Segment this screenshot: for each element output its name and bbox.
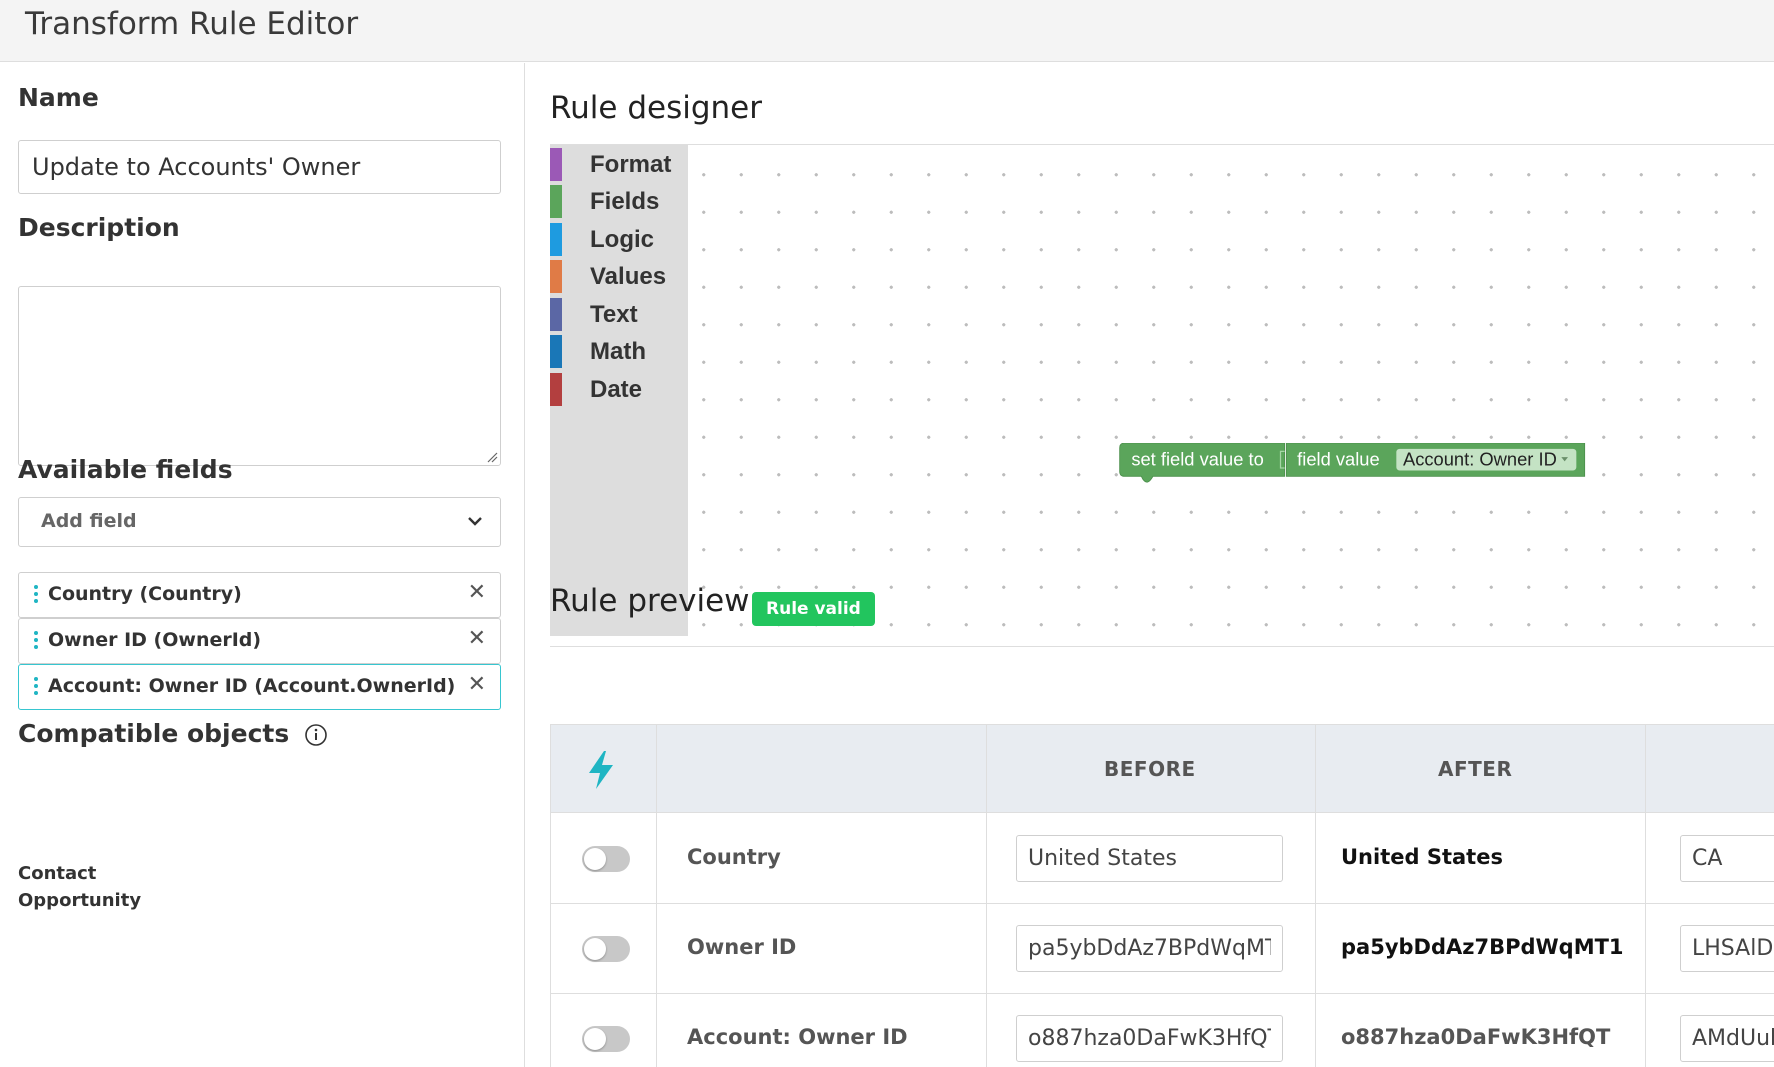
column-header-before: BEFORE xyxy=(1104,757,1196,781)
compatible-objects-heading: Compatible objects xyxy=(18,719,328,748)
row-label: Account: Owner ID xyxy=(687,1025,908,1049)
toolbox: Format Fields Logic Values Text Math Dat… xyxy=(550,145,688,636)
category-label: Values xyxy=(590,263,667,290)
rule-name-input[interactable] xyxy=(18,140,501,194)
right-panel: Rule designer Format Fields Logic Values… xyxy=(526,63,1774,1067)
next-input[interactable] xyxy=(1680,1015,1774,1062)
category-label: Logic xyxy=(590,226,654,253)
category-color xyxy=(550,223,562,256)
block-dropdown-value: Account: Owner ID xyxy=(1403,449,1557,470)
lightning-icon xyxy=(589,751,613,789)
after-value: pa5ybDdAz7BPdWqMT1 xyxy=(1341,935,1624,959)
category-format[interactable]: Format xyxy=(550,148,688,181)
field-item-country[interactable]: Country (Country) ✕ xyxy=(18,572,501,618)
category-color xyxy=(550,185,562,218)
before-input[interactable] xyxy=(1016,1015,1283,1062)
remove-icon[interactable]: ✕ xyxy=(468,626,486,651)
preview-table: BEFORE AFTER B Country United States Own… xyxy=(550,724,1774,1067)
drag-handle-icon[interactable] xyxy=(34,677,38,697)
category-label: Format xyxy=(590,151,672,178)
rule-designer-title: Rule designer xyxy=(550,90,762,126)
category-fields[interactable]: Fields xyxy=(550,185,688,218)
next-input[interactable] xyxy=(1680,835,1774,882)
rule-preview-title: Rule preview xyxy=(550,583,750,619)
category-label: Date xyxy=(590,376,643,403)
after-value: United States xyxy=(1341,845,1503,869)
table-row: Country United States xyxy=(551,814,1774,904)
field-item-label: Country (Country) xyxy=(48,583,242,605)
compatible-object: Contact xyxy=(18,863,97,884)
resize-grip-icon[interactable] xyxy=(486,451,498,463)
block-field-text: field value xyxy=(1297,449,1380,470)
category-text[interactable]: Text xyxy=(550,298,688,331)
table-header: BEFORE AFTER B xyxy=(551,725,1774,813)
row-toggle[interactable] xyxy=(582,846,630,872)
next-input[interactable] xyxy=(1680,925,1774,972)
category-color xyxy=(550,260,562,293)
block-set-text: set field value to xyxy=(1131,449,1263,470)
table-row: Account: Owner ID o887hza0DaFwK3HfQT xyxy=(551,994,1774,1067)
info-icon[interactable] xyxy=(304,723,328,747)
category-date[interactable]: Date xyxy=(550,373,688,406)
set-field-value-block[interactable]: set field value to field value Account: … xyxy=(1073,443,1633,483)
column-header-after: AFTER xyxy=(1438,757,1513,781)
field-item-account-owner-id[interactable]: Account: Owner ID (Account.OwnerId) ✕ xyxy=(18,664,501,710)
left-panel: Name Description Available fields Add fi… xyxy=(0,63,525,1067)
row-label: Owner ID xyxy=(687,935,797,959)
field-item-label: Owner ID (OwnerId) xyxy=(48,629,262,651)
add-field-placeholder: Add field xyxy=(41,510,137,532)
compatible-objects-label: Compatible objects xyxy=(18,719,290,748)
rule-valid-badge: Rule valid xyxy=(752,592,875,626)
rule-designer-workspace[interactable]: Format Fields Logic Values Text Math Dat… xyxy=(550,144,1774,647)
name-label: Name xyxy=(18,83,99,112)
field-item-label: Account: Owner ID (Account.OwnerId) xyxy=(48,675,456,697)
row-toggle[interactable] xyxy=(582,1026,630,1052)
drag-handle-icon[interactable] xyxy=(34,631,38,651)
category-values[interactable]: Values xyxy=(550,260,688,293)
category-math[interactable]: Math xyxy=(550,335,688,368)
after-value: o887hza0DaFwK3HfQT xyxy=(1341,1025,1611,1049)
compatible-objects-list: Contact Opportunity xyxy=(18,860,141,914)
category-color xyxy=(550,148,562,181)
remove-icon[interactable]: ✕ xyxy=(468,580,486,605)
row-toggle[interactable] xyxy=(582,936,630,962)
category-logic[interactable]: Logic xyxy=(550,223,688,256)
description-label: Description xyxy=(18,213,180,242)
category-color xyxy=(550,298,562,331)
category-color xyxy=(550,373,562,406)
remove-icon[interactable]: ✕ xyxy=(468,672,486,697)
table-row: Owner ID pa5ybDdAz7BPdWqMT1 xyxy=(551,904,1774,994)
available-fields-label: Available fields xyxy=(18,455,233,484)
row-label: Country xyxy=(687,845,781,869)
app-header: Transform Rule Editor xyxy=(0,0,1774,62)
category-label: Fields xyxy=(590,188,660,215)
before-input[interactable] xyxy=(1016,835,1283,882)
page-title: Transform Rule Editor xyxy=(25,6,359,42)
chevron-down-icon xyxy=(468,517,482,526)
before-input[interactable] xyxy=(1016,925,1283,972)
category-color xyxy=(550,335,562,368)
description-textarea[interactable] xyxy=(18,286,501,466)
category-label: Text xyxy=(590,301,638,328)
compatible-object: Opportunity xyxy=(18,890,142,911)
drag-handle-icon[interactable] xyxy=(34,585,38,605)
add-field-select[interactable]: Add field xyxy=(18,497,501,547)
category-label: Math xyxy=(590,338,646,365)
field-item-owner-id[interactable]: Owner ID (OwnerId) ✕ xyxy=(18,618,501,664)
